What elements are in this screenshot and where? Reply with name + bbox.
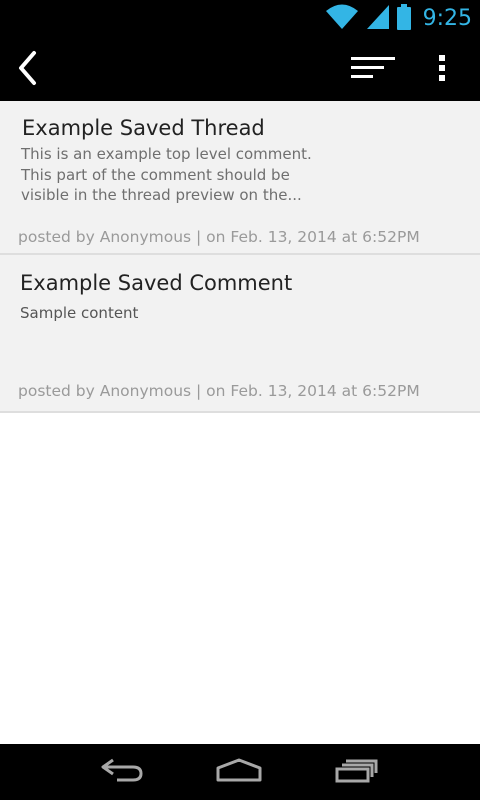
home-nav-icon <box>215 757 263 787</box>
back-nav-icon <box>99 757 145 787</box>
overflow-menu-icon <box>438 54 446 86</box>
status-icons: 9:25 <box>325 4 472 34</box>
back-icon <box>16 50 40 90</box>
item-meta: posted by Anonymous | on Feb. 13, 2014 a… <box>18 382 420 400</box>
status-bar: 9:25 <box>0 0 480 38</box>
list-item[interactable]: Example Saved Comment Sample content pos… <box>0 255 480 413</box>
item-title: Example Saved Thread <box>22 116 265 140</box>
item-meta: posted by Anonymous | on Feb. 13, 2014 a… <box>18 228 420 246</box>
back-button[interactable] <box>8 48 48 92</box>
sort-icon <box>351 55 397 85</box>
item-title: Example Saved Comment <box>20 271 293 295</box>
item-preview: This is an example top level comment. Th… <box>21 145 312 204</box>
navigation-bar <box>0 744 480 800</box>
recent-apps-icon <box>334 757 380 787</box>
action-bar <box>0 38 480 101</box>
battery-icon <box>396 4 411 34</box>
saved-list: Example Saved Thread This is an example … <box>0 101 480 413</box>
sort-button[interactable] <box>346 48 402 92</box>
list-item[interactable]: Example Saved Thread This is an example … <box>0 101 480 255</box>
item-preview: Sample content <box>20 304 139 322</box>
nav-home-button[interactable] <box>199 750 279 794</box>
wifi-icon <box>325 4 359 34</box>
signal-icon <box>365 4 391 34</box>
overflow-menu-button[interactable] <box>420 48 464 92</box>
nav-back-button[interactable] <box>82 750 162 794</box>
nav-recent-apps-button[interactable] <box>317 750 397 794</box>
clock: 9:25 <box>422 6 472 31</box>
